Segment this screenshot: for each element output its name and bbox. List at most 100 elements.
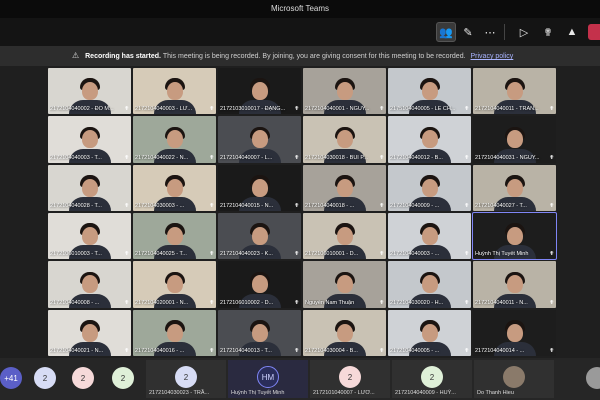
participant-name: 2172104040016 - ... (135, 347, 185, 354)
privacy-policy-link[interactable]: Privacy policy (471, 53, 514, 60)
participant-tile[interactable]: 2172104040016 - ... ✟ (133, 309, 216, 356)
leave-icon[interactable] (588, 24, 600, 40)
avatar[interactable]: 2 (72, 367, 94, 389)
participant-tile[interactable]: 2172106010001 - D... ✟ (303, 212, 386, 260)
participant-tile[interactable]: 2172106010003 - T... ✟ (48, 212, 131, 260)
participant-video (336, 275, 353, 294)
participant-name: Huỳnh Thị Tuyết Minh (475, 251, 529, 258)
participant-tile[interactable]: 2172106010002 - D... ✟ (218, 261, 301, 308)
participant-tile[interactable]: 2172104040001 - NGUY... ✟ (303, 68, 386, 115)
participant-name: 2172104030004 - B... (305, 347, 358, 354)
participant-name: 2172104040015 - N... (220, 202, 274, 209)
tray-card-name: Do Thanh Hieu (477, 390, 514, 396)
mic-off-icon: ✟ (464, 251, 469, 258)
participant-tile[interactable]: 2172104040011 - N... ✟ (473, 261, 556, 308)
participant-video (506, 323, 523, 342)
tray-card[interactable]: HM Huỳnh Thị Tuyết Minh (228, 360, 308, 398)
participant-name: 2172104040018 - ... (305, 202, 355, 209)
tray-card[interactable]: 2 2172101040007 - LƯƠ... (310, 360, 390, 398)
participant-name: 2172104040003 - ... (390, 251, 440, 258)
participant-tile[interactable]: 2172104040003 - LƯ... ✟ (133, 68, 216, 115)
mic-off-icon: ✟ (124, 299, 129, 306)
participant-tile[interactable]: Nguyễn Nam Thuận ✟ (303, 261, 386, 308)
participant-name: 2172103010017 - ĐẶNG... (220, 106, 286, 113)
participant-name: 2172104040007 - L... (220, 154, 273, 161)
participant-tile[interactable]: Huỳnh Thị Tuyết Minh ✟ (472, 211, 557, 261)
people-icon[interactable]: 👥 (436, 22, 456, 42)
camera-icon[interactable]: ▷ (514, 22, 534, 42)
participant-tile[interactable]: 2175104040005 - LÊ CH... ✟ (388, 68, 471, 115)
mic-off-icon: ✟ (549, 299, 554, 306)
participant-video (251, 323, 268, 342)
participant-tile[interactable]: 2172104030004 - B... ✟ (303, 309, 386, 356)
tray-card[interactable]: 2 2172104030023 - TRẦ... (146, 360, 226, 398)
participant-tile[interactable]: 2172104040013 - T... ✟ (218, 309, 301, 356)
banner-message: This meeting is being recorded. By joini… (162, 53, 466, 60)
participant-tile[interactable]: 2172104030018 - BÙI P... ✟ (303, 116, 386, 163)
participant-tile[interactable]: 2172104040021 - N... ✟ (48, 309, 131, 356)
avatar: 2 (421, 366, 443, 388)
share-icon[interactable]: ▲ (562, 22, 582, 42)
participant-tile[interactable]: 2172104040027 - T... ✟ (473, 164, 556, 211)
mic-off-icon: ✟ (549, 251, 554, 258)
mic-off-icon: ✟ (464, 347, 469, 354)
participant-tile[interactable]: 2172104040009 - ... ✟ (388, 164, 471, 211)
participant-tile[interactable]: 2172104040025 - T... ✟ (133, 212, 216, 260)
participant-name: 2172106010003 - T... (50, 251, 102, 258)
participant-tile[interactable]: 2172104040003 - ... ✟ (388, 212, 471, 260)
participant-tile[interactable]: 2172104040005 - ... ✟ (388, 309, 471, 356)
participant-name: 2172104040028 - T... (50, 202, 102, 209)
participant-name: 2172104040008 - ... (50, 299, 100, 306)
participant-tile[interactable]: 2172104040022 - N... ✟ (133, 116, 216, 163)
video-grid: 2172104040002 - ĐỖ M... ✟ 2172104040003 - … (48, 68, 557, 356)
tray-card[interactable]: Do Thanh Hieu (474, 360, 554, 398)
participant-video (506, 130, 523, 149)
avatar[interactable]: 2 (34, 367, 56, 389)
mic-off-icon: ✟ (379, 154, 384, 161)
participant-tile[interactable]: 2172104040008 - ... ✟ (48, 261, 131, 308)
participant-name: 2172106010002 - D... (220, 299, 274, 306)
participant-tile[interactable]: 2172104040002 - ĐỖ M... ✟ (48, 68, 131, 115)
avatar[interactable]: 2 (112, 367, 134, 389)
warning-icon: ⚠ (72, 51, 80, 60)
avatar: 2 (339, 366, 361, 388)
participant-video (336, 178, 353, 197)
participant-tile[interactable]: 2172104040003 - T... ✟ (48, 116, 131, 163)
participant-name: 2172104040001 - NGUY... (305, 106, 370, 113)
participant-video (251, 130, 268, 149)
participant-tile[interactable]: 2172104040018 - ... ✟ (303, 164, 386, 211)
participant-video (421, 275, 438, 294)
participant-tile[interactable]: 2172104030003 - ... ✟ (133, 164, 216, 211)
participant-video (251, 178, 268, 197)
participant-tile[interactable]: 2172104040028 - T... ✟ (48, 164, 131, 211)
participant-name: 2172104040022 - N... (135, 154, 189, 161)
window-title: Microsoft Teams (0, 0, 600, 18)
avatar[interactable] (586, 367, 600, 389)
participant-tile[interactable]: 2172104040012 - B... ✟ (388, 116, 471, 163)
participant-video (421, 178, 438, 197)
mic-off-icon: ✟ (124, 251, 129, 258)
participant-tile[interactable]: 2172103010017 - ĐẶNG... ✟ (218, 68, 301, 115)
participant-tile[interactable]: 2172104030020 - H... ✟ (388, 261, 471, 308)
banner-title: Recording has started. (85, 53, 161, 60)
participant-tile[interactable]: 2172104020001 - N... ✟ (133, 261, 216, 308)
mic-off-icon: ✟ (549, 106, 554, 113)
participant-video (421, 323, 438, 342)
participant-tile[interactable]: 2172104040023 - K... ✟ (218, 212, 301, 260)
mic-off-icon: ✟ (549, 154, 554, 161)
participant-tile[interactable]: 2172104040007 - L... ✟ (218, 116, 301, 163)
participant-tile[interactable]: 2172104040031 - NGUY... ✟ (473, 116, 556, 163)
participant-name: 2172104040013 - T... (220, 347, 272, 354)
participant-tile[interactable]: 2172104040011 - TRẦN... ✟ (473, 68, 556, 115)
more-icon[interactable]: ⋯ (480, 22, 500, 42)
participant-tile[interactable]: 2172104040015 - N... ✟ (218, 164, 301, 211)
mic-off-icon: ✟ (379, 347, 384, 354)
chat-icon[interactable]: ✎ (458, 22, 478, 42)
mic-off-icon[interactable]: ✟ (538, 22, 558, 42)
mic-off-icon: ✟ (209, 106, 214, 113)
tray-card[interactable]: 2 2172104040009 - HUỲ... (392, 360, 472, 398)
overflow-badge[interactable]: +41 (0, 367, 22, 389)
participant-tile[interactable]: 2172104040014 - ... ✟ (473, 309, 556, 356)
participant-name: 2172104040031 - NGUY... (475, 154, 540, 161)
participant-video (81, 178, 98, 197)
